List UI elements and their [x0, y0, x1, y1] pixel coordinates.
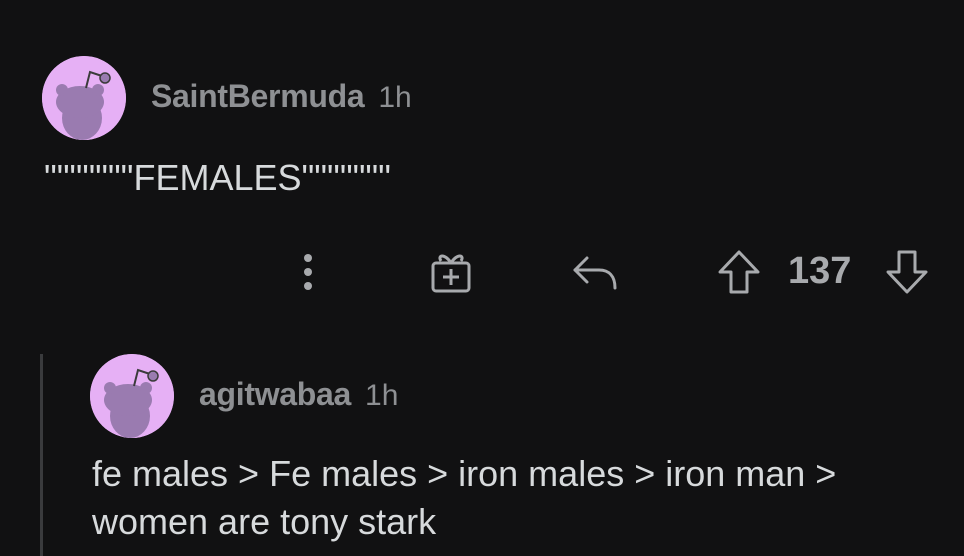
comment-body: fe males > Fe males > iron males > iron …	[92, 450, 836, 546]
comment-body: """""""FEMALES"""""""	[44, 154, 391, 202]
comment-action-bar: 137	[0, 246, 964, 298]
reply-arrow-icon	[573, 256, 617, 290]
comment-body-line: women are tony stark	[92, 501, 437, 542]
username[interactable]: SaintBermuda	[151, 78, 365, 115]
comment-body-line: """""""FEMALES"""""""	[44, 157, 391, 198]
comment-body-line: fe males > Fe males > iron males > iron …	[92, 453, 837, 494]
username[interactable]: agitwabaa	[199, 376, 351, 413]
downvote-arrow-icon	[886, 250, 928, 294]
vote-count: 137	[788, 250, 852, 292]
comment-meta: agitwabaa 1h	[199, 376, 398, 413]
comment-meta: SaintBermuda 1h	[151, 78, 412, 115]
comment-agitwabaa: agitwabaa 1h fe males > Fe males > iron …	[0, 340, 964, 556]
user-avatar[interactable]	[90, 354, 174, 438]
reply-button[interactable]	[566, 246, 622, 298]
snoo-avatar-icon	[90, 354, 174, 438]
comment-saintbermuda: SaintBermuda 1h """""""FEMALES""""""" 13…	[0, 0, 964, 300]
timestamp: 1h	[378, 81, 412, 114]
downvote-button[interactable]	[882, 246, 932, 298]
more-options-button[interactable]	[288, 246, 328, 298]
award-button[interactable]	[424, 246, 478, 298]
more-vertical-icon	[304, 254, 312, 290]
timestamp: 1h	[365, 379, 399, 412]
upvote-button[interactable]	[714, 246, 764, 298]
gift-award-icon	[431, 254, 471, 293]
snoo-avatar-icon	[42, 56, 126, 140]
user-avatar[interactable]	[42, 56, 126, 140]
upvote-arrow-icon	[718, 250, 760, 294]
